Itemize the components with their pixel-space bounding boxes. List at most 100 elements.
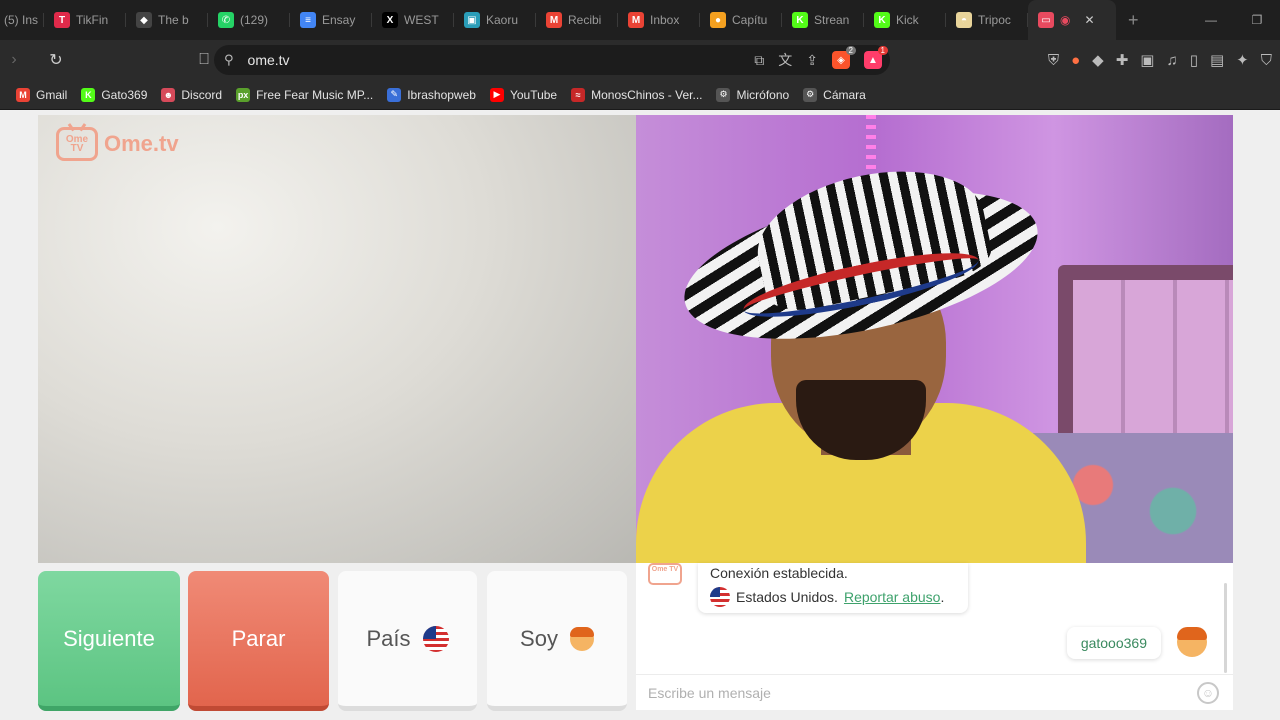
address-bar[interactable]: ⚲ ome.tv ⧉ 文 ⇪ ◈ 2 ▲ 1: [214, 45, 890, 75]
stranger-video: Ome TV Ome.tv: [38, 115, 636, 563]
url-text[interactable]: ome.tv: [248, 52, 290, 68]
new-tab-button[interactable]: +: [1116, 10, 1151, 31]
emoji-icon[interactable]: ☺: [1197, 682, 1219, 704]
bookmark-5[interactable]: ▶ YouTube: [489, 87, 558, 102]
tab-strip: (5) Ins T TikFin ◆ The b ✆ (129) ≡ Ensay X WEST ▣ Ka…: [0, 0, 1280, 40]
us-flag-icon: [422, 625, 449, 652]
tab-favicon-icon: M: [628, 12, 644, 28]
bookmark-label: Free Fear Music MP...: [256, 87, 374, 102]
tab-label: Kick: [896, 13, 919, 27]
gender-button[interactable]: Soy: [487, 571, 627, 711]
tab-7[interactable]: M Recibi: [536, 0, 618, 40]
bookmark-1[interactable]: K Gato369: [81, 87, 148, 102]
us-flag-icon: [710, 587, 730, 607]
bookmark-label: YouTube: [509, 87, 558, 102]
share-icon[interactable]: ⇪: [806, 52, 818, 69]
tab-favicon-icon: ◆: [136, 12, 152, 28]
tab-label: Inbox: [650, 13, 680, 27]
bookmark-label: Cámara: [823, 87, 866, 102]
bookmark-6[interactable]: ≈ MonosChinos - Ver...: [571, 87, 703, 102]
message-input[interactable]: [648, 684, 1188, 701]
tab-favicon-icon: ≡: [300, 12, 316, 28]
stop-button[interactable]: Parar: [188, 571, 329, 711]
sidebar-icon[interactable]: ▯: [1190, 51, 1198, 69]
open-external-icon[interactable]: ⧉: [754, 52, 764, 69]
music-icon[interactable]: ♫: [1166, 52, 1177, 69]
logo-text: Ome.tv: [104, 131, 179, 156]
site-settings-icon[interactable]: ⚲: [224, 52, 234, 68]
screenshot-icon[interactable]: ▣: [1140, 51, 1154, 69]
tv-logo-icon: Ome TV: [56, 127, 98, 161]
tab-favicon-icon: X: [382, 12, 398, 28]
brave-shields-icon[interactable]: ◈ 2: [832, 46, 856, 69]
reload-icon[interactable]: ↻: [42, 46, 70, 74]
tab-2[interactable]: ◆ The b: [126, 0, 208, 40]
bookmark-label: Gato369: [101, 87, 148, 102]
bookmark-8[interactable]: ⚙ Cámara: [803, 87, 866, 102]
tab-favicon-icon: ●: [710, 12, 726, 28]
chat-tv-logo-icon: Ome TV: [648, 563, 682, 585]
vpn-icon[interactable]: ⛉: [1261, 52, 1272, 69]
bookmark-label: Ibrashopweb: [407, 87, 476, 102]
puzzle-icon[interactable]: ✚: [1116, 51, 1129, 69]
window-controls: — ❐: [1188, 0, 1280, 40]
tab-6[interactable]: ▣ Kaoru: [454, 0, 536, 40]
tab-label: Recibi: [568, 13, 602, 27]
country-button[interactable]: País: [338, 571, 477, 711]
tab-10[interactable]: K Strean: [782, 0, 864, 40]
tab-4[interactable]: ≡ Ensay: [290, 0, 372, 40]
self-video: [636, 115, 1233, 563]
restore-button[interactable]: ❐: [1234, 13, 1280, 27]
tab-label: The b: [158, 13, 189, 27]
bookmark-4[interactable]: ✎ Ibrashopweb: [387, 87, 476, 102]
tab-label: WEST: [404, 13, 439, 27]
tab-label: Kaoru: [486, 13, 519, 27]
leo-icon[interactable]: ✦: [1236, 51, 1249, 69]
my-avatar: [1177, 627, 1207, 657]
boy-avatar-icon: [1177, 627, 1207, 657]
bookmark-favicon-icon: M: [16, 87, 30, 102]
tab-active[interactable]: ▭ ◉ ✕: [1028, 0, 1116, 40]
tab-3[interactable]: ✆ (129): [208, 0, 290, 40]
fire-extension-icon[interactable]: ●: [1071, 52, 1080, 69]
close-tab-icon[interactable]: ✕: [1084, 13, 1094, 27]
tab-label: Capítu: [732, 13, 768, 27]
translate-icon[interactable]: 文: [778, 50, 792, 70]
bookmark-7[interactable]: ⚙ Micrófono: [716, 87, 790, 102]
tab-favicon-icon: ✆: [218, 12, 234, 28]
chat-scrollbar[interactable]: [1224, 583, 1227, 673]
forward-icon[interactable]: ›: [0, 46, 28, 74]
tab-favicon-icon: ▣: [464, 12, 480, 28]
wallet-icon[interactable]: ▤: [1210, 51, 1224, 69]
tab-0[interactable]: (5) Ins: [0, 0, 44, 40]
bookmarks-bar: M Gmail K Gato369 ☻ Discord px Free Fear Music …: [0, 80, 1280, 110]
brave-rewards-icon[interactable]: ▲ 1: [864, 46, 888, 69]
tab-1[interactable]: T TikFin: [44, 0, 126, 40]
bookmark-0[interactable]: M Gmail: [16, 87, 67, 102]
shield-extension-icon[interactable]: ⛨: [1048, 52, 1059, 69]
bookmark-3[interactable]: px Free Fear Music MP...: [236, 87, 374, 102]
tab-label: (129): [240, 13, 269, 27]
bookmark-label: Micrófono: [736, 87, 790, 102]
diamond-extension-icon[interactable]: ◆: [1092, 51, 1104, 69]
next-button[interactable]: Siguiente: [38, 571, 180, 711]
connection-text: Conexión establecida.: [710, 565, 848, 581]
system-message: Conexión establecida. Estados Unidos. Re…: [698, 563, 968, 613]
toolbar: › ↻ ⎕ ⚲ ome.tv ⧉ 文 ⇪ ◈ 2 ▲ 1 ⛨ ● ◆ ✚ ▣ ♫ ▯…: [0, 40, 1280, 80]
my-message: gatooo369: [1066, 627, 1161, 659]
tv-icon: ▭: [1038, 12, 1054, 28]
tab-8[interactable]: M Inbox: [618, 0, 700, 40]
tab-11[interactable]: K Kick: [864, 0, 946, 40]
bookmark-2[interactable]: ☻ Discord: [161, 87, 222, 102]
tab-label: Strean: [814, 13, 850, 27]
tab-favicon-icon: T: [54, 12, 70, 28]
bookmark-favicon-icon: ▶: [489, 87, 504, 102]
tab-9[interactable]: ● Capítu: [700, 0, 782, 40]
bookmark-favicon-icon: ⚙: [716, 87, 731, 102]
minimize-button[interactable]: —: [1188, 13, 1234, 27]
bookmark-label: MonosChinos - Ver...: [591, 87, 703, 102]
report-abuse-link[interactable]: Reportar abuso: [844, 589, 941, 605]
tab-12[interactable]: ◓ Tripoc: [946, 0, 1028, 40]
tab-label: TikFin: [76, 13, 109, 27]
tab-5[interactable]: X WEST: [372, 0, 454, 40]
